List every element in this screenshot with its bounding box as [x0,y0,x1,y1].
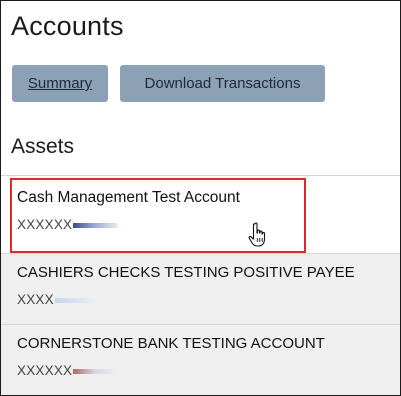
page-title: Accounts [11,11,124,41]
account-number: XXXXXX [17,363,119,378]
assets-section-title: Assets [11,135,75,158]
redacted-digits [54,297,95,303]
account-name: CORNERSTONE BANK TESTING ACCOUNT [17,335,325,352]
account-number: XXXX [17,292,95,307]
account-number-masked: XXXXXX [17,363,73,378]
account-row-cashiers-checks[interactable]: CASHIERS CHECKS TESTING POSITIVE PAYEE X… [1,253,400,325]
accounts-panel: Accounts Summary Download Transactions A… [0,0,401,396]
account-row-cornerstone-bank[interactable]: CORNERSTONE BANK TESTING ACCOUNT XXXXXX [1,324,400,395]
hand-pointer-icon [248,222,266,247]
redacted-digits [73,368,119,374]
download-transactions-button[interactable]: Download Transactions [120,65,325,102]
summary-button[interactable]: Summary [12,65,108,102]
account-name: CASHIERS CHECKS TESTING POSITIVE PAYEE [17,264,355,281]
account-number-masked: XXXX [17,292,54,307]
